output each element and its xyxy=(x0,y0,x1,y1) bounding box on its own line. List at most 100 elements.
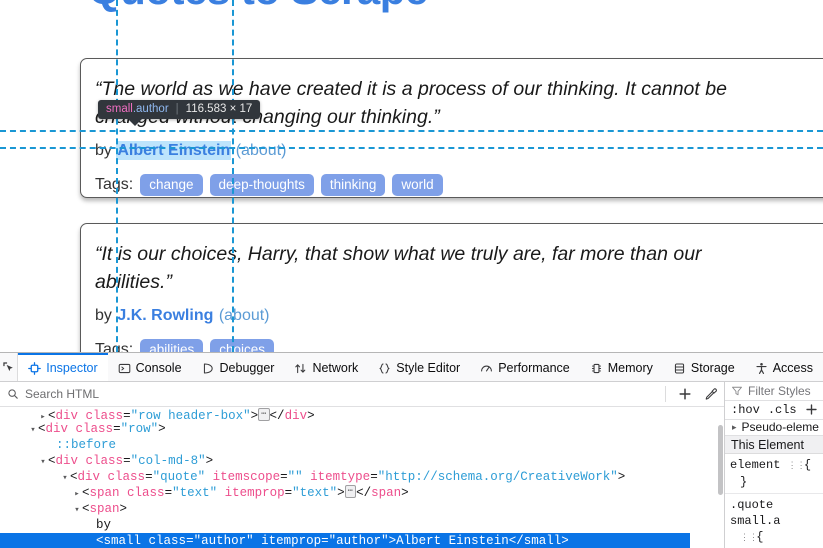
infobar-separator: | xyxy=(175,103,179,115)
quote-byline: by Albert Einstein (about) xyxy=(95,140,823,160)
tab-storage[interactable]: Storage xyxy=(663,353,745,381)
pseudo-elements-section[interactable]: ▸ Pseudo-eleme xyxy=(725,420,823,437)
tab-style-editor[interactable]: Style Editor xyxy=(368,353,470,381)
markup-row-text[interactable]: by xyxy=(0,517,724,533)
markup-scrollbar-thumb[interactable] xyxy=(718,425,723,495)
collapsed-children-ellipsis[interactable]: ⋯ xyxy=(344,485,357,499)
eyedropper-button[interactable] xyxy=(698,387,724,401)
markup-row[interactable]: ▸ <div class="row header-box"> ⋯ </div> xyxy=(0,408,724,421)
highlighter-guide-vertical-left xyxy=(116,0,118,352)
tab-performance-label: Performance xyxy=(498,361,570,375)
eyedropper-icon xyxy=(704,387,718,401)
highlighter-guide-horizontal-bottom xyxy=(0,147,823,149)
inspector-icon xyxy=(28,361,42,375)
collapse-twisty-icon[interactable]: ▾ xyxy=(28,422,38,438)
rule-close-brace: } xyxy=(740,475,748,489)
devtools-toolbar: Inspector Console Debugger Network Style… xyxy=(0,353,823,382)
filter-styles-placeholder: Filter Styles xyxy=(748,384,811,399)
rule-source-dots-icon: ⋮⋮ xyxy=(787,461,806,471)
browser-viewport: Quotes to Scrape “The world as we have c… xyxy=(0,0,823,352)
network-icon xyxy=(294,362,307,375)
site-title: Quotes to Scrape xyxy=(88,0,428,14)
tab-style-editor-label: Style Editor xyxy=(396,361,461,375)
markup-row-pseudo[interactable]: ::before xyxy=(0,437,724,453)
performance-icon xyxy=(480,362,493,375)
quote-byline: by J.K. Rowling (about) xyxy=(95,307,823,325)
markup-search-bar: Search HTML xyxy=(0,382,724,407)
search-html-placeholder: Search HTML xyxy=(25,387,100,401)
quote-tags-row: Tags: abilities choices xyxy=(95,338,823,352)
markup-row[interactable]: ▾ <div class="row"> xyxy=(0,421,724,437)
rule-open-line: ⋮⋮ { xyxy=(730,529,818,546)
tab-debugger-label: Debugger xyxy=(219,361,275,375)
search-icon xyxy=(7,388,19,400)
console-icon xyxy=(118,362,131,375)
tab-storage-label: Storage xyxy=(690,361,735,375)
tab-console[interactable]: Console xyxy=(108,353,192,381)
markup-tag: div xyxy=(55,409,79,421)
tag-link[interactable]: thinking xyxy=(320,173,386,197)
cls-toggle-button[interactable]: .cls xyxy=(768,403,797,417)
add-rule-button[interactable] xyxy=(805,403,818,416)
tab-performance[interactable]: Performance xyxy=(470,353,580,381)
markup-row[interactable]: ▾ <div class="col-md-8"> xyxy=(0,453,724,469)
author-about-link[interactable]: (about) xyxy=(219,307,270,324)
quote-tags-row: Tags: change deep-thoughts thinking worl… xyxy=(95,173,823,197)
markup-scrollbar[interactable] xyxy=(717,407,724,548)
quote-text: “It is our choices, Harry, that show wha… xyxy=(95,243,702,294)
hov-toggle-button[interactable]: :hov xyxy=(731,403,760,417)
tab-debugger[interactable]: Debugger xyxy=(192,353,285,381)
tag-link[interactable]: deep-thoughts xyxy=(209,173,314,197)
markup-tree[interactable]: ▸ <div class="row header-box"> ⋯ </div> ▾ <d… xyxy=(0,407,724,548)
style-rule-selector: .quote small.a xyxy=(730,498,781,528)
style-editor-icon xyxy=(378,362,391,375)
expand-twisty-icon[interactable]: ▸ xyxy=(72,486,82,502)
tab-inspector[interactable]: Inspector xyxy=(18,353,108,381)
collapse-twisty-icon[interactable]: ▾ xyxy=(72,502,82,518)
tag-link[interactable]: choices xyxy=(210,338,275,352)
toolbar-divider xyxy=(665,386,666,402)
markup-text-node: by xyxy=(96,518,112,532)
filter-styles-input[interactable]: Filter Styles xyxy=(725,382,823,402)
highlighter-guide-horizontal-top xyxy=(0,130,823,132)
tab-accessibility[interactable]: Access xyxy=(745,353,823,381)
plus-icon xyxy=(678,387,692,401)
markup-row-selected[interactable]: <small class="author" itemprop="author">… xyxy=(0,533,690,548)
styles-pane: Filter Styles :hov .cls ▸ Pseudo-eleme T… xyxy=(725,382,823,548)
memory-icon xyxy=(590,362,603,375)
infobar-tag: small xyxy=(106,103,133,115)
markup-attr-name: class xyxy=(85,409,124,421)
tab-network[interactable]: Network xyxy=(284,353,368,381)
markup-row[interactable]: ▾ <div class="quote" itemscope="" itemtyp… xyxy=(0,469,724,485)
infobar-classes: .author xyxy=(132,103,169,115)
add-new-node-button[interactable] xyxy=(672,387,698,401)
tag-link[interactable]: world xyxy=(392,173,443,197)
quote-card: “It is our choices, Harry, that show wha… xyxy=(80,223,823,352)
pseudo-expand-twisty-icon[interactable]: ▸ xyxy=(732,422,737,433)
expand-twisty-icon[interactable]: ▸ xyxy=(38,409,48,421)
devtools-body: Search HTML ▸ <div class="row header-box… xyxy=(0,382,823,548)
markup-row[interactable]: ▾ <span> xyxy=(0,501,724,517)
collapsed-children-ellipsis[interactable]: ⋯ xyxy=(258,408,270,421)
collapse-twisty-icon[interactable]: ▾ xyxy=(60,470,70,486)
infobar-arrow xyxy=(128,119,142,126)
tags-label: Tags: xyxy=(95,340,134,352)
screen-root: Quotes to Scrape “The world as we have c… xyxy=(0,0,823,548)
highlighter-infobar: small.author | 116.583 × 17 xyxy=(98,100,261,126)
collapse-twisty-icon[interactable]: ▾ xyxy=(38,454,48,470)
this-element-header: This Element xyxy=(725,436,823,454)
tab-memory-label: Memory xyxy=(607,361,653,375)
devtools-panel: Inspector Console Debugger Network Style… xyxy=(0,352,823,548)
markup-attr-value: "row header-box" xyxy=(130,409,251,421)
tag-link[interactable]: change xyxy=(140,173,203,197)
style-rule[interactable]: .quote small.a ⋮⋮ { xyxy=(725,494,823,548)
search-html-input[interactable]: Search HTML xyxy=(7,387,659,401)
tab-memory[interactable]: Memory xyxy=(580,353,663,381)
element-picker-button[interactable] xyxy=(0,353,19,381)
tag-link[interactable]: abilities xyxy=(140,338,204,352)
style-rule[interactable]: element ⋮⋮ { } xyxy=(725,454,823,494)
markup-row[interactable]: ▸ <span class="text" itemprop="text"> ⋯ </s… xyxy=(0,485,724,501)
author-about-link[interactable]: (about) xyxy=(236,142,287,159)
pseudo-element-label: ::before xyxy=(56,438,117,452)
element-picker-icon xyxy=(1,360,16,375)
